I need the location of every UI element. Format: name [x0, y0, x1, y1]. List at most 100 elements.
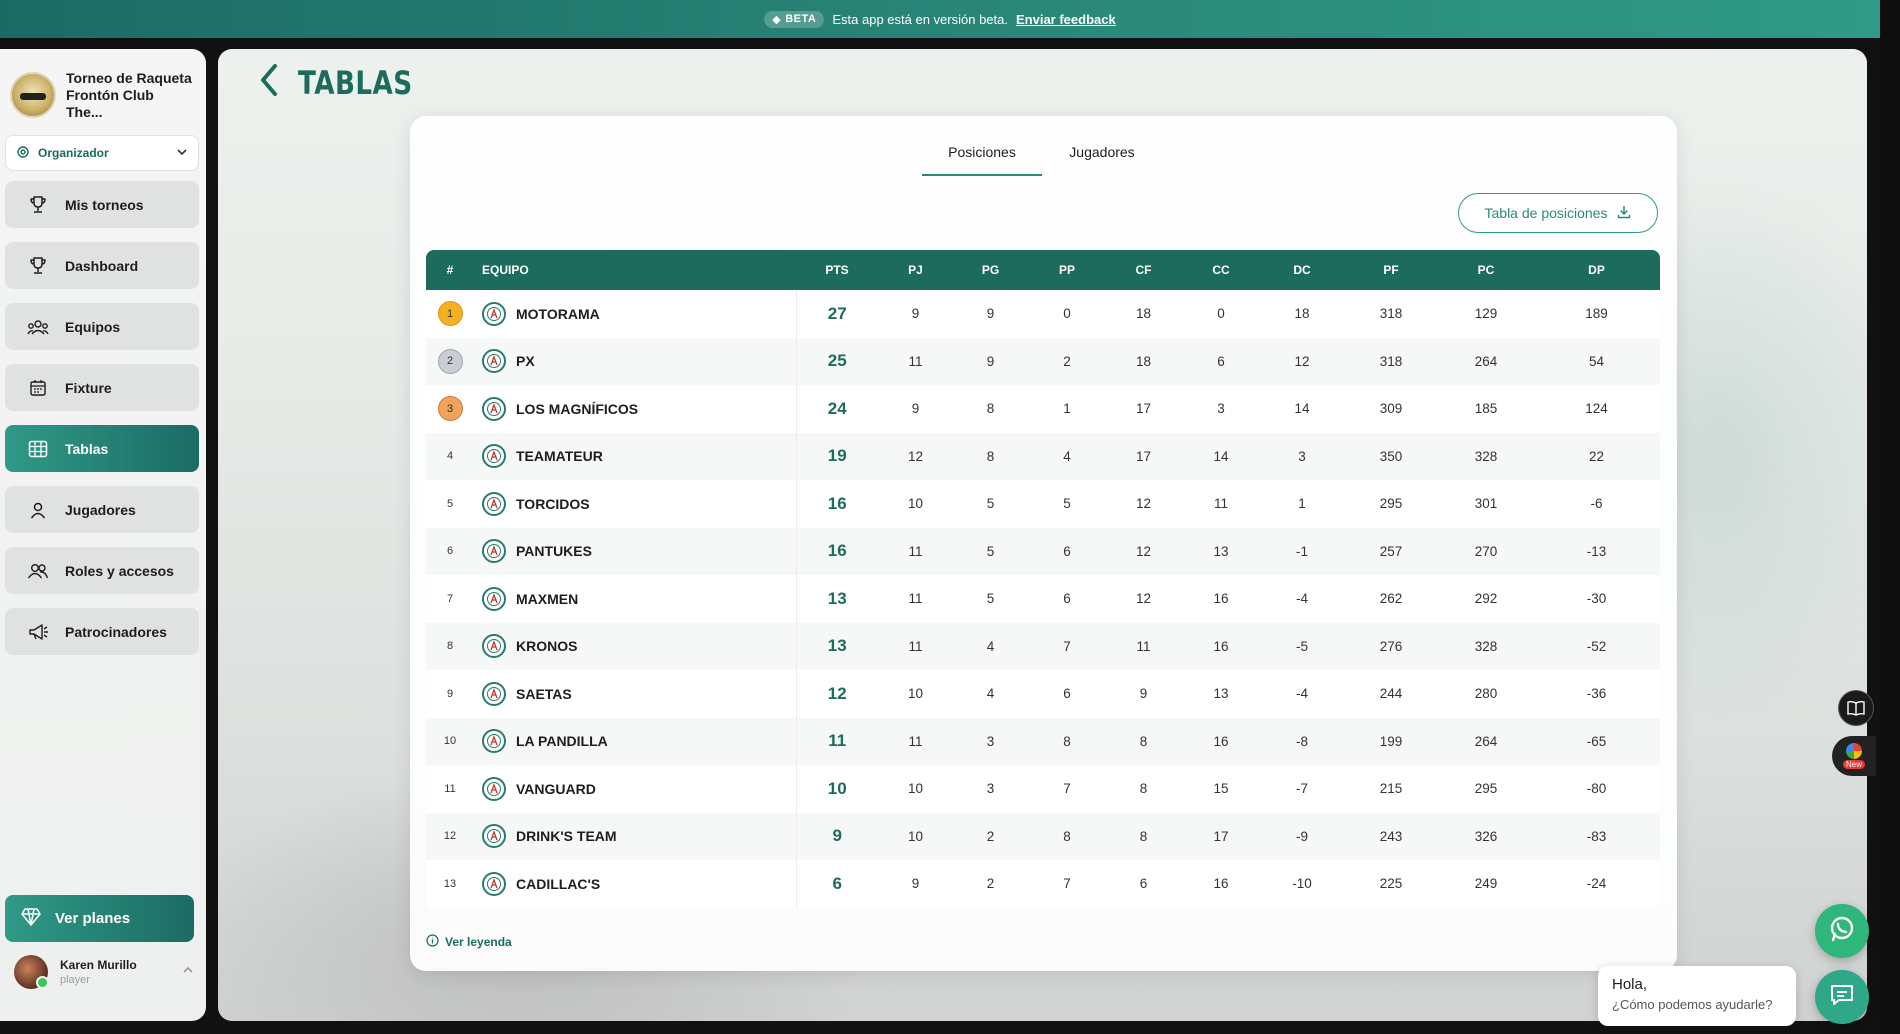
col-header-pts[interactable]: PTS [796, 250, 878, 290]
whatsapp-button[interactable] [1815, 904, 1869, 958]
team-name[interactable]: MAXMEN [516, 591, 578, 607]
team-name[interactable]: PANTUKES [516, 543, 592, 559]
dc-cell: 12 [1294, 353, 1310, 369]
pts-cell: 12 [827, 683, 847, 703]
table-row[interactable]: 3 LOS MAGNÍFICOS 24 9 8 1 17 3 14 309 185 124 [426, 385, 1660, 433]
col-header-dc[interactable]: DC [1261, 250, 1343, 290]
main-content: TABLAS Posiciones Jugadores Tabla de pos… [218, 49, 1867, 1021]
table-row[interactable]: 12 DRINK'S TEAM 9 10 2 8 8 17 -9 243 326 -83 [426, 812, 1660, 860]
team-cell: MAXMEN [474, 575, 797, 623]
chat-greeting-bubble[interactable]: Hola, ¿Cómo podemos ayudarle? [1598, 966, 1796, 1026]
team-name[interactable]: VANGUARD [516, 781, 596, 797]
col-header-pp[interactable]: PP [1028, 250, 1106, 290]
export-standings-button[interactable]: Tabla de posiciones [1458, 193, 1658, 233]
user-menu[interactable]: Karen Murillo player [14, 955, 194, 989]
table-row[interactable]: 1 MOTORAMA 27 9 9 0 18 0 18 318 129 189 [426, 290, 1660, 338]
pf-cell: 225 [1379, 876, 1403, 892]
pf-cell: 243 [1379, 828, 1403, 844]
cf-cell: 12 [1135, 496, 1152, 512]
legend-link[interactable]: Ver leyenda [426, 934, 512, 950]
org-header[interactable]: Torneo de Raqueta Frontón Club The... [5, 67, 199, 123]
table-row[interactable]: 5 TORCIDOS 16 10 5 5 12 11 1 295 301 -6 [426, 480, 1660, 528]
sidebar-item-dashboard[interactable]: Dashboard [5, 242, 199, 289]
dp-cell: -24 [1586, 876, 1607, 892]
dp-cell: -65 [1586, 733, 1607, 749]
table-row[interactable]: 6 PANTUKES 16 11 5 6 12 13 -1 257 270 -13 [426, 527, 1660, 575]
beta-message: Esta app está en versión beta. [832, 11, 1008, 27]
team-name[interactable]: PX [516, 353, 535, 369]
pg-cell: 5 [986, 543, 995, 559]
col-header-pg[interactable]: PG [953, 250, 1028, 290]
pc-cell: 129 [1474, 306, 1498, 322]
sidebar-item-label: Dashboard [65, 257, 139, 274]
role-select[interactable]: Organizador [5, 135, 199, 171]
chat-button[interactable] [1815, 970, 1869, 1024]
pg-cell: 3 [986, 781, 995, 797]
pc-cell: 301 [1474, 496, 1498, 512]
tab-jugadores[interactable]: Jugadores [1042, 144, 1162, 176]
back-icon[interactable] [258, 63, 280, 102]
sidebar-item-jugadores[interactable]: Jugadores [5, 486, 199, 533]
table-row[interactable]: 11 VANGUARD 10 10 3 7 8 15 -7 215 295 -80 [426, 765, 1660, 813]
pg-cell: 4 [986, 686, 995, 702]
team-name[interactable]: TEAMATEUR [516, 448, 603, 464]
table-row[interactable]: 13 CADILLAC'S 6 9 2 7 6 16 -10 225 249 -24 [426, 860, 1660, 908]
sidebar-item-tablas[interactable]: Tablas [5, 425, 199, 472]
sidebar-item-roles-y-accesos[interactable]: Roles y accesos [5, 547, 199, 594]
see-plans-button[interactable]: Ver planes [5, 895, 194, 942]
extension-button[interactable]: New [1832, 736, 1876, 776]
team-logo-icon [482, 349, 506, 374]
team-name[interactable]: LA PANDILLA [516, 733, 608, 749]
user-name: Karen Murillo [60, 958, 137, 972]
rank-cell: 7 [426, 575, 474, 623]
chevron-down-icon [176, 146, 188, 161]
sidebar-item-label: Roles y accesos [65, 562, 174, 579]
team-name[interactable]: CADILLAC'S [516, 876, 600, 892]
col-header-pos[interactable]: # [426, 250, 474, 290]
rank-number: 11 [444, 782, 456, 795]
table-row[interactable]: 9 SAETAS 12 10 4 6 9 13 -4 244 280 -36 [426, 670, 1660, 718]
col-header-dp[interactable]: DP [1533, 250, 1660, 290]
col-header-pc[interactable]: PC [1439, 250, 1533, 290]
sidebar-item-label: Equipos [65, 318, 121, 335]
col-header-cf[interactable]: CF [1106, 250, 1181, 290]
table-row[interactable]: 7 MAXMEN 13 11 5 6 12 16 -4 262 292 -30 [426, 575, 1660, 623]
sidebar-item-fixture[interactable]: Fixture [5, 364, 199, 411]
col-header-cc[interactable]: CC [1181, 250, 1261, 290]
pj-cell: 11 [908, 543, 923, 559]
table-row[interactable]: 2 PX 25 11 9 2 18 6 12 318 264 54 [426, 337, 1660, 386]
dp-cell: -36 [1586, 686, 1607, 702]
col-header-pf[interactable]: PF [1343, 250, 1439, 290]
book-icon[interactable] [1838, 690, 1874, 726]
sidebar-item-mis-torneos[interactable]: Mis torneos [5, 181, 199, 228]
feedback-link[interactable]: Enviar feedback [1016, 12, 1116, 27]
col-header-pj[interactable]: PJ [878, 250, 953, 290]
cc-cell: 16 [1213, 733, 1229, 749]
rank-cell: 2 [426, 338, 474, 386]
team-name[interactable]: DRINK'S TEAM [516, 828, 617, 844]
tab-posiciones[interactable]: Posiciones [922, 144, 1042, 176]
col-header-team[interactable]: EQUIPO [474, 250, 796, 290]
team-name[interactable]: MOTORAMA [516, 306, 600, 322]
cf-cell: 8 [1139, 828, 1148, 844]
sidebar-item-equipos[interactable]: Equipos [5, 303, 199, 350]
table-row[interactable]: 4 TEAMATEUR 19 12 8 4 17 14 3 350 328 22 [426, 432, 1660, 480]
cf-cell: 8 [1139, 781, 1148, 797]
table-row[interactable]: 8 KRONOS 13 11 4 7 11 16 -5 276 328 -52 [426, 622, 1660, 670]
sidebar-item-patrocinadores[interactable]: Patrocinadores [5, 608, 199, 655]
org-name: Torneo de Raqueta Frontón Club The... [66, 69, 192, 120]
trophy-icon [27, 255, 49, 277]
team-name[interactable]: TORCIDOS [516, 496, 590, 512]
team-logo-icon [482, 444, 506, 469]
rank-number: 5 [446, 497, 454, 510]
team-name[interactable]: KRONOS [516, 638, 577, 654]
pc-cell: 326 [1474, 828, 1498, 844]
window-edge [1880, 0, 1900, 1034]
team-name[interactable]: SAETAS [516, 686, 572, 702]
team-name[interactable]: LOS MAGNÍFICOS [516, 401, 638, 417]
dp-cell: -80 [1586, 781, 1607, 797]
pc-cell: 280 [1474, 686, 1498, 702]
pts-cell: 16 [827, 493, 847, 513]
table-row[interactable]: 10 LA PANDILLA 11 11 3 8 8 16 -8 199 264 -65 [426, 717, 1660, 765]
pj-cell: 10 [907, 496, 924, 512]
